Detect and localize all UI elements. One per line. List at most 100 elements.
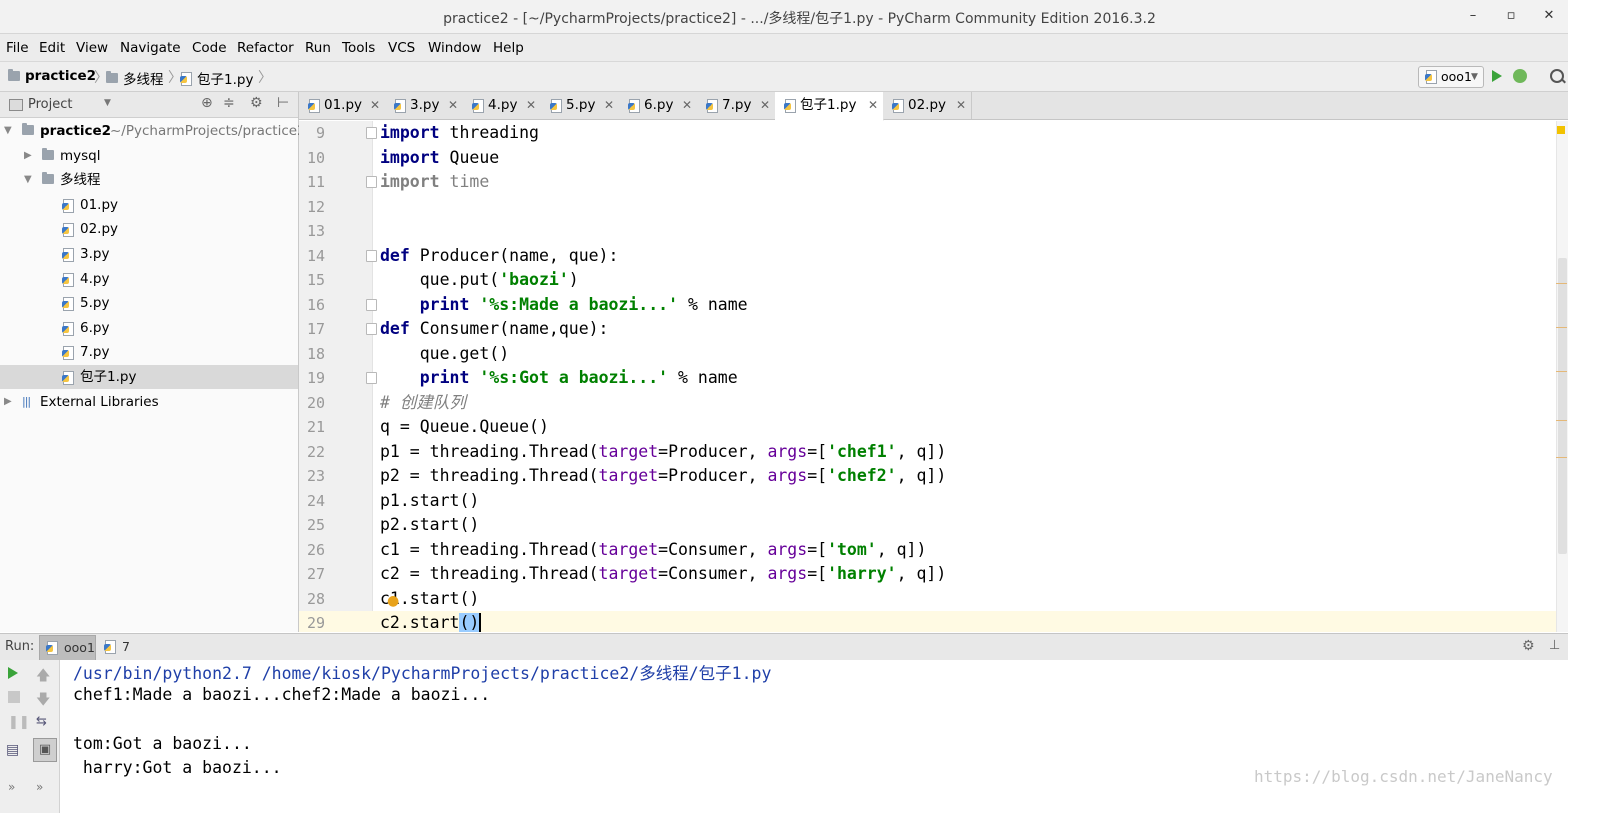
stripe-mark[interactable] <box>1556 457 1567 458</box>
breadcrumb-file[interactable]: 包子1.py <box>180 68 253 88</box>
code-line[interactable]: 16 print '%s:Made a baozi...' % name <box>299 293 1556 318</box>
collapse-all-icon[interactable]: ≑ <box>223 95 235 111</box>
code-line[interactable]: 25 p2.start() <box>299 513 1556 538</box>
close-tab-icon[interactable]: ✕ <box>956 92 966 119</box>
tree-item[interactable]: ▼ practice2 ~/PycharmProjects/practice2 <box>0 119 306 143</box>
chevron-down-icon[interactable]: ▼ <box>4 119 12 143</box>
soft-wrap-icon[interactable]: ⇆ <box>36 714 54 732</box>
tree-item[interactable]: 包子1.py <box>0 365 298 389</box>
code-line[interactable]: 14 def Producer(name, que): <box>299 244 1556 269</box>
editor-tab[interactable]: 4.py ✕ <box>463 92 542 119</box>
close-tab-icon[interactable]: ✕ <box>604 92 614 119</box>
hide-panel-icon[interactable]: ⊥ <box>1549 638 1560 653</box>
menu-refactor[interactable]: Refactor <box>237 40 294 56</box>
editor-tab[interactable]: 3.py ✕ <box>385 92 464 119</box>
code-editor[interactable]: 9 import threading 10 import Queue 11 import … <box>299 121 1556 632</box>
fold-marker-icon[interactable] <box>366 372 377 384</box>
code-line[interactable]: 20 # 创建队列 <box>299 391 1556 416</box>
debug-icon[interactable] <box>1513 69 1527 83</box>
run-tab-7[interactable]: 7 <box>100 635 140 659</box>
close-tab-icon[interactable]: ✕ <box>370 92 380 119</box>
code-line[interactable]: 13 <box>299 219 1556 244</box>
chevron-right-icon[interactable]: ▶ <box>4 390 12 414</box>
run-icon[interactable] <box>1492 70 1502 82</box>
layout-icon[interactable]: ▤ <box>6 742 24 760</box>
arrow-up-icon[interactable]: 🡅 <box>36 665 54 684</box>
code-line[interactable]: 11 import time <box>299 170 1556 195</box>
code-line[interactable]: 17 def Consumer(name,que): <box>299 317 1556 342</box>
editor-tab[interactable]: 02.py ✕ <box>883 92 972 119</box>
tree-item[interactable]: 6.py <box>0 316 298 340</box>
fold-marker-icon[interactable] <box>366 249 377 262</box>
close-tab-icon[interactable]: ✕ <box>682 92 692 119</box>
editor-tab[interactable]: 包子1.py ✕ <box>775 92 884 121</box>
arrow-down-icon[interactable]: 🡇 <box>36 689 54 708</box>
code-line[interactable]: 21 q = Queue.Queue() <box>299 415 1556 440</box>
breadcrumb-folder[interactable]: 多线程 <box>106 68 164 88</box>
run-tab-ooo1[interactable]: ooo1 <box>39 635 96 661</box>
tree-item[interactable]: 4.py <box>0 267 298 291</box>
gear-icon[interactable]: ⚙ <box>250 95 263 111</box>
editor-scrollbar[interactable] <box>1558 258 1567 554</box>
fold-marker-icon[interactable] <box>366 176 377 188</box>
menu-run[interactable]: Run <box>305 40 331 56</box>
lightbulb-icon[interactable]: ● <box>387 593 399 609</box>
tree-item[interactable]: ▶ ||| External Libraries <box>0 390 298 414</box>
stripe-mark[interactable] <box>1556 420 1567 421</box>
scroll-to-end-icon[interactable]: ▣ <box>33 738 57 762</box>
editor-tab[interactable]: 7.py ✕ <box>697 92 776 119</box>
breadcrumb-project[interactable]: practice2 <box>8 68 96 84</box>
close-tab-icon[interactable]: ✕ <box>868 92 878 119</box>
code-line[interactable]: 10 import Queue <box>299 146 1556 171</box>
menu-code[interactable]: Code <box>192 40 227 56</box>
chevron-down-icon[interactable]: ▼ <box>104 98 111 108</box>
stripe-mark[interactable] <box>1556 283 1567 284</box>
code-line[interactable]: 22 p1 = threading.Thread(target=Producer,… <box>299 440 1556 465</box>
run-console[interactable]: /usr/bin/python2.7 /home/kiosk/PycharmPr… <box>60 660 1568 813</box>
fold-marker-icon[interactable] <box>366 127 377 139</box>
rerun-icon[interactable] <box>8 667 18 679</box>
maximize-button[interactable]: ▫ <box>1500 6 1522 26</box>
menu-view[interactable]: View <box>76 40 108 56</box>
pause-icon[interactable]: ❚❚ <box>8 715 30 733</box>
expand-icon[interactable]: » <box>36 780 54 798</box>
code-line[interactable]: 26 c1 = threading.Thread(target=Consumer,… <box>299 538 1556 563</box>
hide-panel-icon[interactable]: ⊢ <box>277 95 289 111</box>
code-line[interactable]: 9 import threading <box>299 121 1556 146</box>
chevron-right-icon[interactable]: ▶ <box>24 144 32 168</box>
project-panel-title[interactable]: Project <box>28 97 72 112</box>
code-line[interactable]: 18 que.get() <box>299 342 1556 367</box>
tree-item[interactable]: 01.py <box>0 193 298 217</box>
code-line[interactable]: 29 c2.start() <box>299 611 1556 632</box>
fold-marker-icon[interactable] <box>366 298 377 311</box>
close-tab-icon[interactable]: ✕ <box>448 92 458 119</box>
stripe-mark[interactable] <box>1556 371 1567 372</box>
code-line[interactable]: 12 <box>299 195 1556 220</box>
editor-tab[interactable]: 6.py ✕ <box>619 92 698 119</box>
menu-navigate[interactable]: Navigate <box>120 40 181 56</box>
editor-tab[interactable]: 01.py ✕ <box>299 92 386 119</box>
close-tab-icon[interactable]: ✕ <box>760 92 770 119</box>
close-button[interactable]: ✕ <box>1538 6 1560 26</box>
stripe-mark[interactable] <box>1556 327 1567 328</box>
menu-vcs[interactable]: VCS <box>388 40 415 56</box>
search-icon[interactable] <box>1550 69 1564 83</box>
editor-tab[interactable]: 5.py ✕ <box>541 92 620 119</box>
code-line[interactable]: 23 p2 = threading.Thread(target=Producer,… <box>299 464 1556 489</box>
tree-item[interactable]: 7.py <box>0 340 298 364</box>
tree-item[interactable]: ▼ 多线程 <box>0 168 298 192</box>
tree-item[interactable]: 3.py <box>0 242 298 266</box>
close-tab-icon[interactable]: ✕ <box>526 92 536 119</box>
expand-icon[interactable]: » <box>8 780 26 798</box>
code-line[interactable]: 15 que.put('baozi') <box>299 268 1556 293</box>
code-line[interactable]: 27 c2 = threading.Thread(target=Consumer,… <box>299 562 1556 587</box>
chevron-down-icon[interactable]: ▼ <box>24 168 32 192</box>
stop-icon[interactable] <box>8 691 20 703</box>
tree-item[interactable]: 02.py <box>0 217 298 241</box>
tree-item[interactable]: ▶ mysql <box>0 144 298 168</box>
minimize-button[interactable]: – <box>1462 6 1484 26</box>
gear-icon[interactable]: ⚙ <box>1522 638 1535 654</box>
code-line[interactable]: 19 print '%s:Got a baozi...' % name <box>299 366 1556 391</box>
warning-marker-icon[interactable] <box>1557 126 1565 134</box>
menu-edit[interactable]: Edit <box>39 40 65 56</box>
